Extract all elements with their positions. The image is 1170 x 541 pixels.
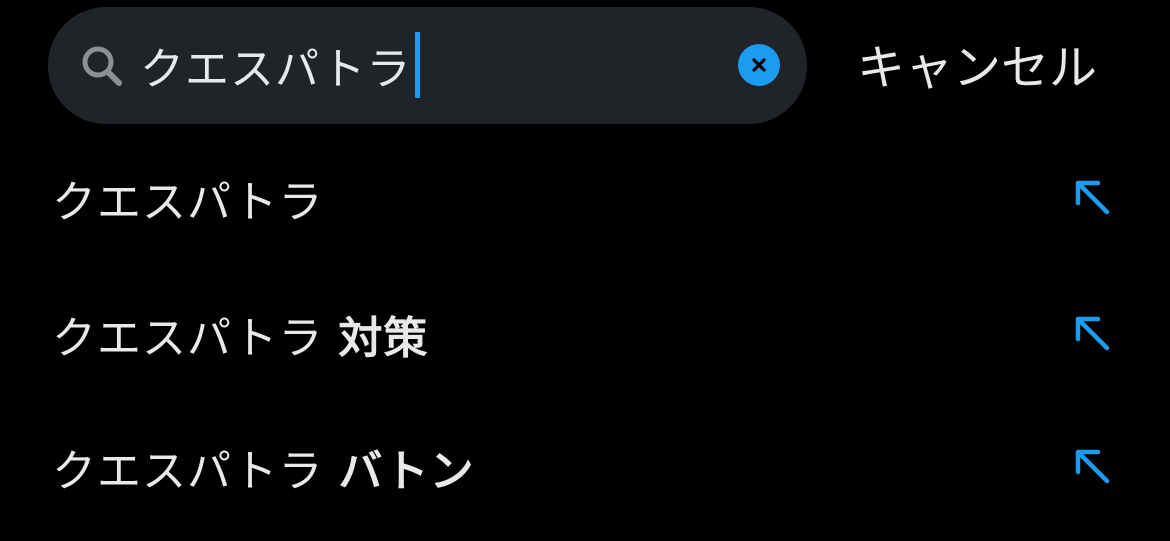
- suggestion-suffix: 対策: [338, 313, 429, 364]
- arrow-up-left-icon[interactable]: [1070, 175, 1116, 221]
- suggestion-item[interactable]: クエスパトラ バトン: [0, 412, 1170, 522]
- clear-search-button[interactable]: [738, 44, 780, 86]
- suggestion-text: クエスパトラ バトン: [52, 435, 475, 499]
- search-input-value[interactable]: クエスパトラ: [140, 33, 411, 97]
- search-input[interactable]: クエスパトラ: [140, 30, 421, 100]
- suggestion-item[interactable]: クエスパトラ: [0, 143, 1170, 253]
- suggestion-prefix: クエスパトラ: [52, 177, 324, 228]
- cancel-button[interactable]: キャンセル: [857, 28, 1097, 98]
- arrow-up-left-icon[interactable]: [1070, 311, 1116, 357]
- suggestion-suffix: バトン: [338, 446, 475, 497]
- suggestion-item[interactable]: クエスパトラ 対策: [0, 279, 1170, 389]
- search-icon: [82, 46, 122, 86]
- suggestion-prefix: クエスパトラ: [52, 446, 324, 497]
- arrow-up-left-icon[interactable]: [1070, 444, 1116, 490]
- clear-icon: [752, 58, 766, 72]
- suggestion-prefix: クエスパトラ: [52, 313, 324, 364]
- text-caret: [415, 32, 421, 98]
- suggestion-text: クエスパトラ: [52, 166, 323, 230]
- suggestion-text: クエスパトラ 対策: [52, 302, 428, 366]
